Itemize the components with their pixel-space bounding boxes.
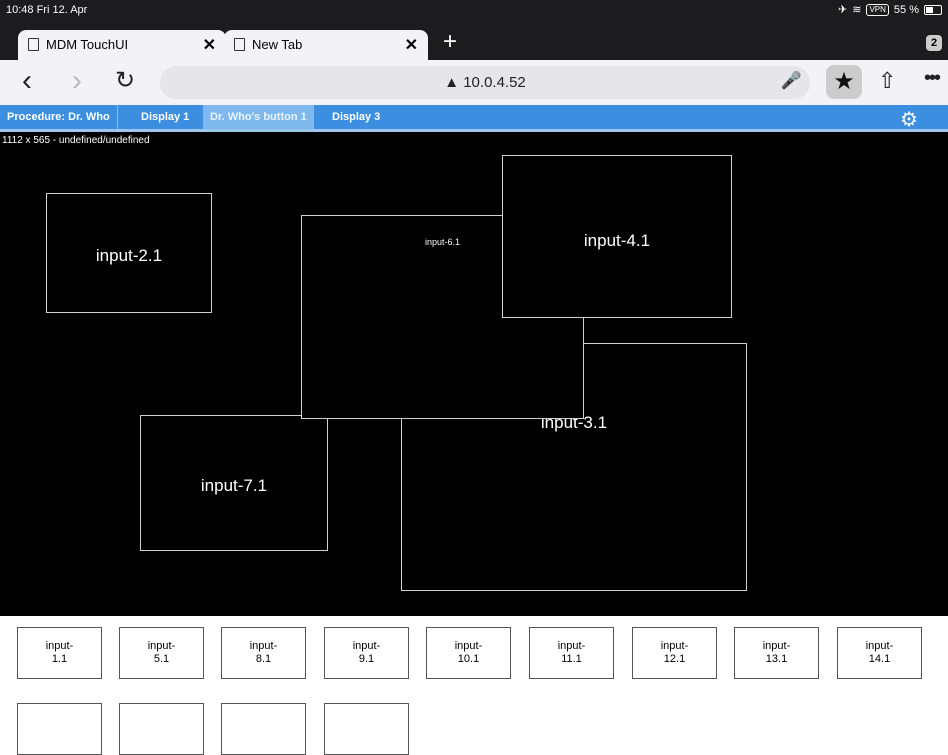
input-button-label-line1: input- bbox=[557, 640, 586, 652]
browser-tab-mdm-touchui[interactable]: MDM TouchUI ✕ bbox=[18, 30, 226, 60]
input-button-partial[interactable] bbox=[221, 703, 306, 755]
back-chevron-icon[interactable]: ‹ bbox=[22, 64, 32, 98]
input-button-label-line2: 9.1 bbox=[358, 653, 375, 665]
box-label: input-4.1 bbox=[583, 231, 651, 250]
new-tab-plus-icon[interactable]: + bbox=[443, 28, 457, 56]
input-button-label-line1: input- bbox=[762, 640, 791, 652]
close-icon[interactable]: ✕ bbox=[405, 35, 418, 55]
airplane-icon: ✈ bbox=[838, 4, 848, 16]
browser-tab-title: New Tab bbox=[252, 37, 303, 52]
input-button-10-1[interactable]: input- 10.1 bbox=[426, 627, 511, 679]
browser-tab-title: MDM TouchUI bbox=[46, 37, 129, 52]
input-button-label-line1: input- bbox=[45, 640, 74, 652]
status-icons: ✈ ≋ VPN 55 % bbox=[838, 3, 942, 16]
input-button-label-line1: input- bbox=[660, 640, 689, 652]
input-button-14-1[interactable]: input- 14.1 bbox=[837, 627, 922, 679]
address-bar[interactable]: ▲ 10.0.4.52 🎤 bbox=[160, 66, 810, 99]
input-button-label-line1: input- bbox=[352, 640, 381, 652]
input-button-label-line2: 11.1 bbox=[561, 653, 582, 665]
input-button-11-1[interactable]: input- 11.1 bbox=[529, 627, 614, 679]
input-button-partial[interactable] bbox=[324, 703, 409, 755]
input-button-9-1[interactable]: input- 9.1 bbox=[324, 627, 409, 679]
tab-procedure[interactable]: Procedure: Dr. Who bbox=[0, 105, 118, 129]
input-button-label-line2: 5.1 bbox=[153, 653, 170, 665]
forward-chevron-icon[interactable]: › bbox=[72, 64, 82, 98]
document-icon bbox=[234, 38, 245, 51]
close-icon[interactable]: ✕ bbox=[203, 35, 216, 55]
input-button-1-1[interactable]: input- 1.1 bbox=[17, 627, 102, 679]
input-button-13-1[interactable]: input- 13.1 bbox=[734, 627, 819, 679]
status-bar: 10:48 Fri 12. Apr ✈ ≋ VPN 55 % bbox=[0, 0, 948, 26]
input-button-label-line2: 10.1 bbox=[457, 653, 480, 665]
layout-canvas: 1112 x 565 - undefined/undefined input-2… bbox=[0, 132, 948, 616]
vpn-badge: VPN bbox=[866, 3, 889, 16]
tab-display-1[interactable]: Display 1 bbox=[134, 105, 196, 129]
tab-dr-whos-button-1[interactable]: Dr. Who's button 1 bbox=[203, 105, 314, 129]
input-button-partial[interactable] bbox=[119, 703, 204, 755]
input-button-label-line1: input- bbox=[147, 640, 176, 652]
input-button-label-line2: 14.1 bbox=[868, 653, 891, 665]
canvas-box-input-2-1[interactable]: input-2.1 bbox=[46, 193, 212, 313]
tab-count-badge[interactable]: 2 bbox=[926, 35, 942, 51]
battery-icon bbox=[924, 4, 942, 15]
bookmark-star-icon[interactable]: ★ bbox=[826, 65, 862, 99]
app-tab-bar: Procedure: Dr. Who Display 1 Dr. Who's b… bbox=[0, 105, 948, 132]
input-button-label-line2: 12.1 bbox=[663, 653, 686, 665]
browser-tab-new-tab[interactable]: New Tab ✕ bbox=[224, 30, 428, 60]
browser-tab-strip: MDM TouchUI ✕ New Tab ✕ bbox=[0, 26, 948, 60]
share-icon[interactable]: ⇧ bbox=[878, 68, 896, 94]
input-button-partial[interactable] bbox=[17, 703, 102, 755]
browser-toolbar: ‹ › ↻ ▲ 10.0.4.52 🎤 ★ ⇧ ••• bbox=[0, 60, 948, 105]
input-button-label-line1: input- bbox=[249, 640, 278, 652]
input-button-label-line1: input- bbox=[454, 640, 483, 652]
input-button-label-line2: 8.1 bbox=[255, 653, 272, 665]
input-button-label-line2: 1.1 bbox=[51, 653, 68, 665]
status-time: 10:48 Fri 12. Apr bbox=[6, 4, 88, 16]
tab-display-3[interactable]: Display 3 bbox=[325, 105, 387, 129]
input-button-8-1[interactable]: input- 8.1 bbox=[221, 627, 306, 679]
url-value: 10.0.4.52 bbox=[463, 74, 526, 91]
box-label: input-2.1 bbox=[95, 246, 163, 265]
wifi-icon: ≋ bbox=[852, 4, 862, 16]
canvas-dimensions: 1112 x 565 - undefined/undefined bbox=[2, 135, 150, 146]
warning-icon: ▲ bbox=[444, 74, 464, 91]
reload-icon[interactable]: ↻ bbox=[115, 66, 135, 95]
input-button-label-line1: input- bbox=[865, 640, 894, 652]
battery-percent: 55 % bbox=[893, 3, 919, 16]
microphone-icon[interactable]: 🎤 bbox=[781, 71, 802, 91]
box-label: input-7.1 bbox=[200, 476, 268, 495]
input-button-label-line2: 13.1 bbox=[765, 653, 788, 665]
input-button-5-1[interactable]: input- 5.1 bbox=[119, 627, 204, 679]
canvas-box-input-7-1[interactable]: input-7.1 bbox=[140, 415, 328, 551]
input-button-12-1[interactable]: input- 12.1 bbox=[632, 627, 717, 679]
canvas-box-input-4-1[interactable]: input-4.1 bbox=[502, 155, 732, 318]
input-button-palette: input- 1.1 input- 5.1 input- 8.1 input- 9.1 … bbox=[0, 616, 948, 755]
gear-icon[interactable]: ⚙ bbox=[900, 107, 918, 132]
more-dots-icon[interactable]: ••• bbox=[924, 67, 941, 90]
url-text: ▲ 10.0.4.52 bbox=[160, 74, 810, 91]
document-icon bbox=[28, 38, 39, 51]
